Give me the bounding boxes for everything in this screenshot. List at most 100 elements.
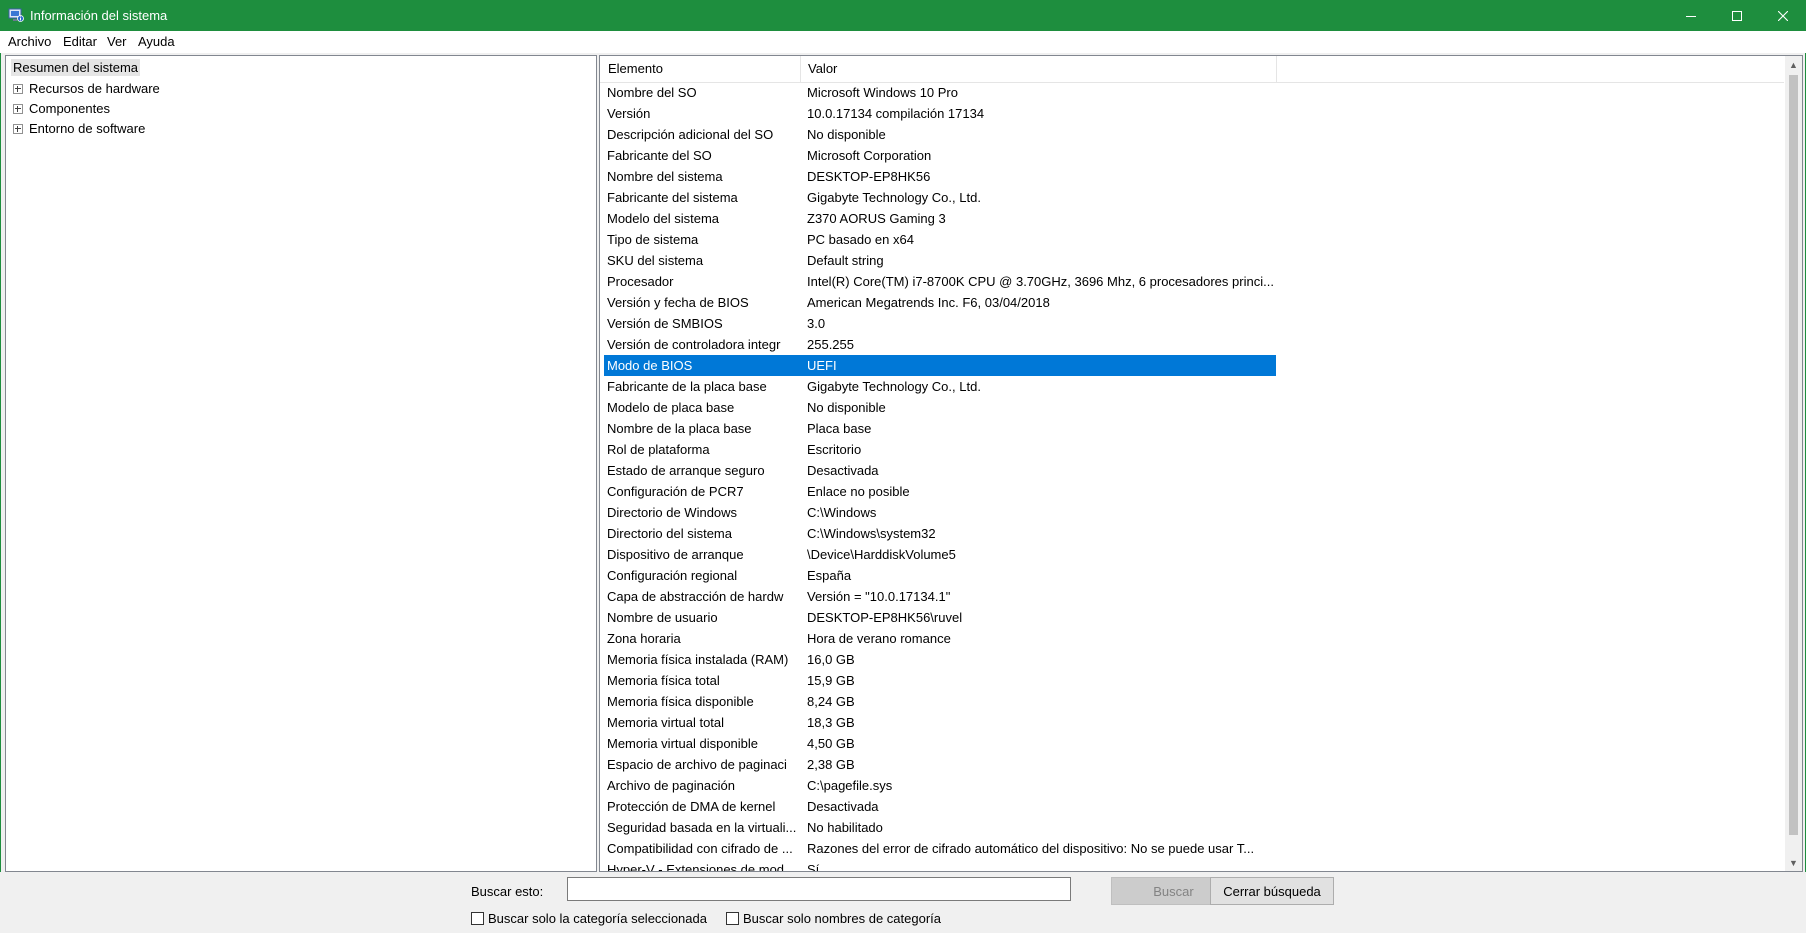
maximize-icon (1732, 10, 1742, 21)
row-element: Modelo del sistema (607, 211, 719, 226)
table-row[interactable]: Memoria física disponible 8,24 GB (604, 691, 1276, 712)
table-row[interactable]: Rol de plataforma Escritorio (604, 439, 1276, 460)
table-row[interactable]: Versión 10.0.17134 compilación 17134 (604, 103, 1276, 124)
column-divider[interactable] (800, 56, 801, 82)
row-element: Dispositivo de arranque (607, 547, 744, 562)
vertical-scrollbar[interactable]: ▲ ▼ (1785, 56, 1802, 871)
row-element: Memoria física disponible (607, 694, 754, 709)
row-element: Directorio del sistema (607, 526, 732, 541)
row-value: No disponible (807, 400, 886, 415)
table-row[interactable]: SKU del sistema Default string (604, 250, 1276, 271)
table-row[interactable]: Capa de abstracción de hardw Versión = "1… (604, 586, 1276, 607)
table-row[interactable]: Espacio de archivo de paginaci 2,38 GB (604, 754, 1276, 775)
table-row[interactable]: Fabricante del sistema Gigabyte Technolog… (604, 187, 1276, 208)
table-row[interactable]: Hyper-V - Extensiones de mod... Sí (604, 859, 1276, 871)
title-bar[interactable]: Información del sistema (0, 0, 1806, 31)
table-row[interactable]: Directorio del sistema C:\Windows\system3… (604, 523, 1276, 544)
expand-icon[interactable] (13, 84, 23, 94)
table-row[interactable]: Nombre de usuario DESKTOP-EP8HK56\ruvel (604, 607, 1276, 628)
table-row[interactable]: Modelo de placa base No disponible (604, 397, 1276, 418)
column-divider[interactable] (1276, 56, 1277, 82)
table-row[interactable]: Protección de DMA de kernel Desactivada (604, 796, 1276, 817)
table-row[interactable]: Versión de controladora integr 255.255 (604, 334, 1276, 355)
table-row[interactable]: Fabricante del SO Microsoft Corporation (604, 145, 1276, 166)
row-value: \Device\HarddiskVolume5 (807, 547, 956, 562)
category-only-checkbox[interactable] (471, 912, 484, 925)
expand-icon[interactable] (13, 124, 23, 134)
table-row[interactable]: Procesador Intel(R) Core(TM) i7-8700K CPU… (604, 271, 1276, 292)
row-element: Espacio de archivo de paginaci (607, 757, 787, 772)
names-only-checkbox[interactable] (726, 912, 739, 925)
category-only-label: Buscar solo la categoría seleccionada (488, 911, 707, 926)
row-element: Versión y fecha de BIOS (607, 295, 749, 310)
table-row[interactable]: Memoria física instalada (RAM) 16,0 GB (604, 649, 1276, 670)
table-row[interactable]: Memoria física total 15,9 GB (604, 670, 1276, 691)
list-header: Elemento Valor (600, 56, 1784, 83)
menu-archivo[interactable]: Archivo (7, 34, 52, 49)
column-header-elemento[interactable]: Elemento (608, 61, 663, 76)
table-row[interactable]: Nombre del sistema DESKTOP-EP8HK56 (604, 166, 1276, 187)
table-row[interactable]: Configuración regional España (604, 565, 1276, 586)
row-element: Versión de controladora integr (607, 337, 781, 352)
row-value: DESKTOP-EP8HK56\ruvel (807, 610, 963, 625)
details-list[interactable]: Elemento Valor Nombre del SO Microsoft Wi… (599, 55, 1803, 872)
row-element: Directorio de Windows (607, 505, 738, 520)
table-row[interactable]: Descripción adicional del SO No disponibl… (604, 124, 1276, 145)
search-input[interactable] (567, 877, 1071, 901)
table-row[interactable]: Tipo de sistema PC basado en x64 (604, 229, 1276, 250)
row-value: Escritorio (807, 442, 862, 457)
row-element: Capa de abstracción de hardw (607, 589, 784, 604)
table-row[interactable]: Nombre de la placa base Placa base (604, 418, 1276, 439)
close-button[interactable] (1760, 0, 1806, 31)
expand-icon[interactable] (13, 104, 23, 114)
row-element: Configuración regional (607, 568, 738, 583)
tree-item-label: Componentes (29, 101, 110, 116)
category-tree[interactable]: Resumen del sistema Recursos de hardware… (5, 55, 597, 872)
table-row[interactable]: Nombre del SO Microsoft Windows 10 Pro (604, 82, 1276, 103)
row-element: Descripción adicional del SO (607, 127, 774, 142)
maximize-button[interactable] (1714, 0, 1760, 31)
scroll-thumb[interactable] (1789, 75, 1798, 835)
row-value: 4,50 GB (807, 736, 855, 751)
table-row[interactable]: Directorio de Windows C:\Windows (604, 502, 1276, 523)
close-search-button[interactable]: Cerrar búsqueda (1210, 877, 1334, 905)
scroll-down-icon[interactable]: ▼ (1785, 854, 1802, 871)
row-value: Versión = "10.0.17134.1" (807, 589, 951, 604)
table-row[interactable]: Fabricante de la placa base Gigabyte Tech… (604, 376, 1276, 397)
menu-ayuda[interactable]: Ayuda (137, 34, 176, 49)
table-row[interactable]: Memoria virtual disponible 4,50 GB (604, 733, 1276, 754)
menu-editar[interactable]: Editar (62, 34, 98, 49)
table-row[interactable]: Zona horaria Hora de verano romance (604, 628, 1276, 649)
table-row[interactable]: Seguridad basada en la virtuali... No hab… (604, 817, 1276, 838)
table-row[interactable]: Modelo del sistema Z370 AORUS Gaming 3 (604, 208, 1276, 229)
row-element: Memoria virtual disponible (607, 736, 759, 751)
row-element: Compatibilidad con cifrado de ... (607, 841, 793, 856)
row-value: Desactivada (807, 463, 879, 478)
system-info-icon (8, 7, 24, 23)
row-value: Placa base (807, 421, 872, 436)
table-row[interactable]: Memoria virtual total 18,3 GB (604, 712, 1276, 733)
table-row[interactable]: Compatibilidad con cifrado de ... Razones… (604, 838, 1276, 859)
row-value: C:\Windows (807, 505, 877, 520)
table-row[interactable]: Versión de SMBIOS 3.0 (604, 313, 1276, 334)
row-value: C:\pagefile.sys (807, 778, 893, 793)
names-only-label: Buscar solo nombres de categoría (743, 911, 941, 926)
minimize-button[interactable] (1668, 0, 1714, 31)
table-row[interactable]: Archivo de paginación C:\pagefile.sys (604, 775, 1276, 796)
row-element: Procesador (607, 274, 674, 289)
table-row[interactable]: Versión y fecha de BIOS American Megatren… (604, 292, 1276, 313)
table-row[interactable]: Estado de arranque seguro Desactivada (604, 460, 1276, 481)
row-value: 10.0.17134 compilación 17134 (807, 106, 985, 121)
table-row[interactable]: Modo de BIOS UEFI (604, 355, 1276, 376)
row-value: C:\Windows\system32 (807, 526, 936, 541)
table-row[interactable]: Configuración de PCR7 Enlace no posible (604, 481, 1276, 502)
table-row[interactable]: Dispositivo de arranque \Device\HarddiskV… (604, 544, 1276, 565)
scroll-up-icon[interactable]: ▲ (1785, 56, 1802, 73)
column-header-valor[interactable]: Valor (808, 61, 837, 76)
row-element: Versión (607, 106, 651, 121)
row-value: UEFI (807, 358, 837, 373)
tree-item-resumen[interactable]: Resumen del sistema (11, 59, 140, 76)
row-value: 8,24 GB (807, 694, 855, 709)
minimize-icon (1686, 15, 1696, 17)
menu-ver[interactable]: Ver (106, 34, 128, 49)
